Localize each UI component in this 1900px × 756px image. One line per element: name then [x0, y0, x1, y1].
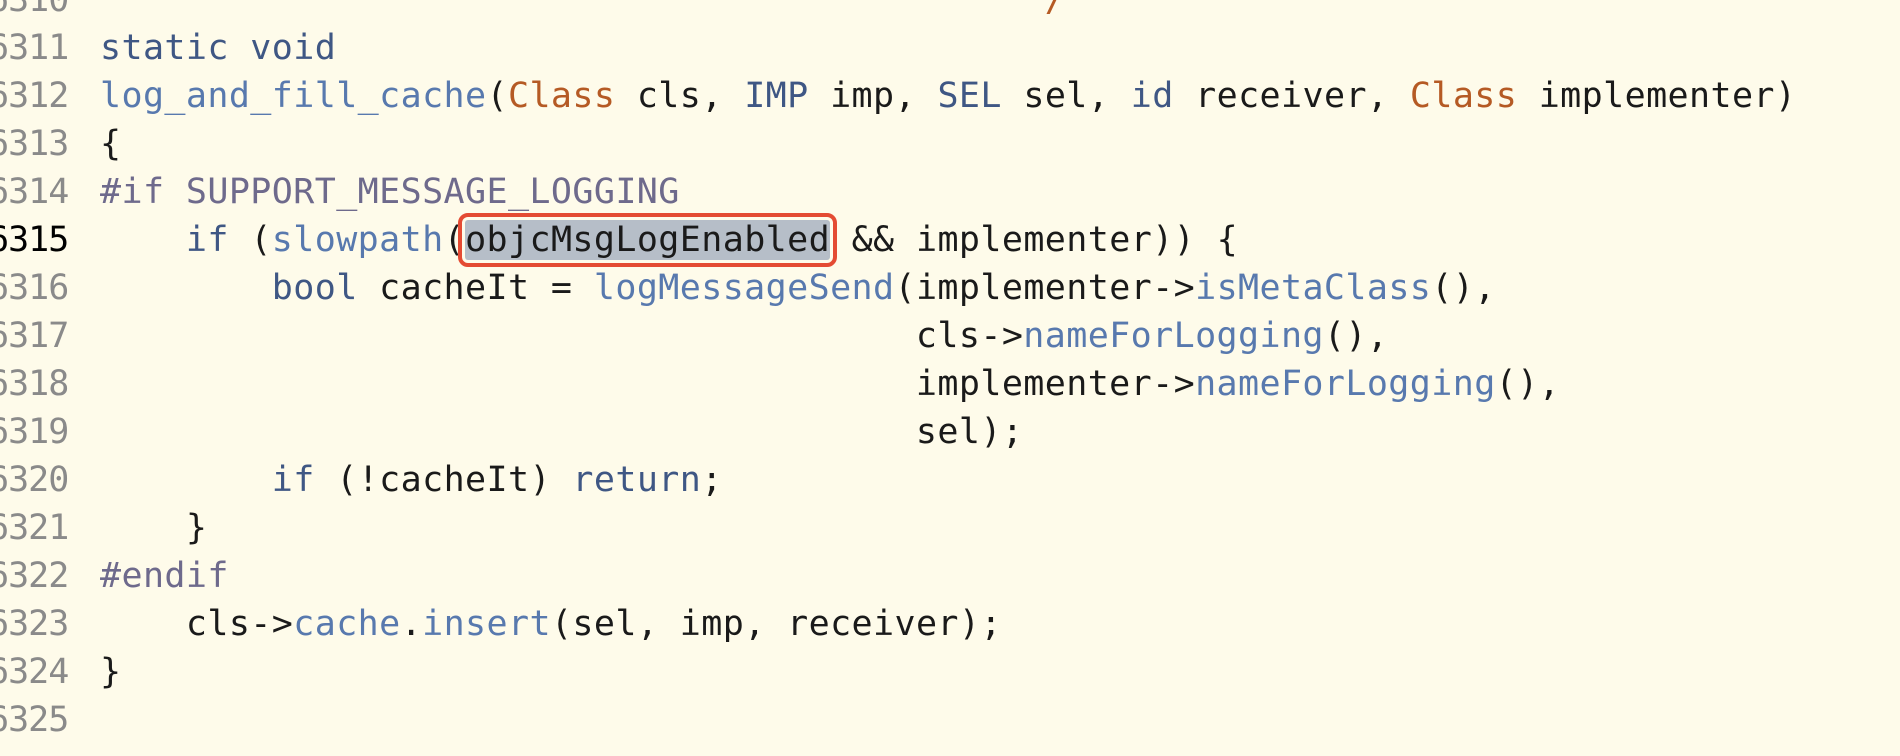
- code-line[interactable]: 6319 sel);: [0, 408, 1900, 456]
- code-token: ;: [701, 460, 723, 500]
- line-number: 6323: [0, 604, 69, 644]
- code-token: nameForLogging: [1023, 316, 1324, 356]
- line-number: 6313: [0, 124, 69, 164]
- code-token: if: [271, 460, 315, 500]
- code-line[interactable]: 6315 if (slowpath(objcMsgLogEnabled && i…: [0, 213, 1900, 267]
- code-text[interactable]: #endif: [100, 552, 229, 600]
- code-token: imp,: [808, 76, 938, 116]
- code-token: receiver,: [1173, 76, 1410, 116]
- code-token: id: [1130, 76, 1174, 116]
- code-token: (: [486, 76, 508, 116]
- code-token: cls->: [100, 316, 1024, 356]
- code-line[interactable]: 6313 {: [0, 120, 1900, 168]
- code-text[interactable]: log_and_fill_cache(Class cls, IMP imp, S…: [100, 72, 1796, 120]
- code-token: cacheIt =: [357, 268, 594, 308]
- code-text[interactable]: #if SUPPORT_MESSAGE_LOGGING: [100, 168, 680, 216]
- code-token: cls,: [615, 76, 745, 116]
- code-text[interactable]: if (slowpath(objcMsgLogEnabled && implem…: [100, 213, 1239, 267]
- code-token: (),: [1323, 316, 1389, 356]
- code-token: cache: [293, 604, 401, 644]
- line-number: 6316: [0, 268, 69, 308]
- code-token: (),: [1495, 364, 1561, 404]
- selected-identifier[interactable]: objcMsgLogEnabled: [458, 213, 838, 267]
- code-token: #if SUPPORT_MESSAGE_LOGGING: [100, 172, 680, 212]
- code-text[interactable]: bool cacheIt = logMessageSend(implemente…: [100, 264, 1496, 312]
- code-line[interactable]: 6318 implementer->nameForLogging(),: [0, 360, 1900, 408]
- code-line[interactable]: 6317 cls->nameForLogging(),: [0, 312, 1900, 360]
- code-token: }: [100, 508, 208, 548]
- code-token: .: [400, 604, 423, 644]
- line-number: 6317: [0, 316, 69, 356]
- code-text[interactable]: cls->cache.insert(sel, imp, receiver);: [100, 600, 1002, 648]
- code-text[interactable]: cls->nameForLogging(),: [100, 312, 1388, 360]
- code-token: bool: [271, 268, 358, 308]
- code-text[interactable]: }: [100, 648, 121, 696]
- code-line[interactable]: 6321 }: [0, 504, 1900, 552]
- code-token: (: [228, 220, 272, 260]
- code-token: (!cacheIt): [314, 460, 573, 500]
- code-token: Class: [1409, 76, 1518, 116]
- code-line[interactable]: 6324}: [0, 648, 1900, 696]
- line-number: 6321: [0, 508, 69, 548]
- code-text[interactable]: {: [100, 120, 121, 168]
- line-number: 6311: [0, 28, 69, 68]
- code-line[interactable]: 6322 #endif: [0, 552, 1900, 600]
- code-token: isMetaClass: [1195, 268, 1432, 308]
- code-token: return: [572, 460, 702, 500]
- code-text[interactable]: implementer->nameForLogging(),: [100, 360, 1560, 408]
- code-token: }: [100, 652, 122, 692]
- code-token: nameForLogging: [1195, 364, 1496, 404]
- line-number: 6325: [0, 700, 69, 740]
- code-token: log_and_fill_cache: [100, 76, 487, 116]
- code-line[interactable]: 6325: [0, 696, 1900, 744]
- code-token: (: [443, 220, 466, 260]
- code-text[interactable]: }: [100, 504, 207, 552]
- code-text[interactable]: /: [100, 0, 1066, 24]
- code-token: (),: [1431, 268, 1496, 308]
- code-token: (sel, imp, receiver);: [550, 604, 1002, 644]
- code-line[interactable]: 6316 bool cacheIt = logMessageSend(imple…: [0, 264, 1900, 312]
- code-line[interactable]: 6311 static void: [0, 24, 1900, 72]
- code-token: logMessageSend: [593, 268, 895, 308]
- code-line[interactable]: 6320 if (!cacheIt) return;: [0, 456, 1900, 504]
- line-number: 6322: [0, 556, 69, 596]
- code-token: implementer): [1517, 76, 1797, 116]
- code-token: && implementer)) {: [830, 220, 1239, 260]
- code-token: insert: [422, 604, 551, 644]
- code-token: (implementer->: [894, 268, 1196, 308]
- code-token: static void: [100, 28, 337, 68]
- code-text[interactable]: if (!cacheIt) return;: [100, 456, 723, 504]
- code-text[interactable]: sel);: [100, 408, 1023, 456]
- code-line[interactable]: 6323 cls->cache.insert(sel, imp, receive…: [0, 600, 1900, 648]
- code-token: IMP: [744, 76, 809, 116]
- line-number: 6320: [0, 460, 69, 500]
- code-token: {: [100, 124, 122, 164]
- code-line[interactable]: 6314 #if SUPPORT_MESSAGE_LOGGING: [0, 168, 1900, 216]
- code-token: slowpath: [271, 220, 444, 260]
- line-number: 6310: [0, 0, 69, 20]
- line-number: 6319: [0, 412, 69, 452]
- line-number: 6324: [0, 652, 69, 692]
- line-number: 6318: [0, 364, 69, 404]
- code-line[interactable]: 6310 /: [0, 0, 1900, 24]
- line-number: 6312: [0, 76, 69, 116]
- code-line[interactable]: 6312log_and_fill_cache(Class cls, IMP im…: [0, 72, 1900, 120]
- code-token: #endif: [100, 556, 229, 596]
- code-token: Class: [507, 76, 616, 116]
- code-token: sel,: [1001, 76, 1131, 116]
- code-token: /: [100, 0, 1067, 20]
- code-token: if: [185, 220, 229, 260]
- code-token: implementer->: [100, 364, 1196, 404]
- code-token: SEL: [937, 76, 1002, 116]
- line-number: 6315: [0, 220, 69, 260]
- code-editor[interactable]: 6310 / 6311 static void 6312 log_and_fill_ca…: [0, 0, 1900, 744]
- code-text[interactable]: static void: [100, 24, 336, 72]
- line-number: 6314: [0, 172, 69, 212]
- code-token: sel);: [100, 412, 1024, 452]
- code-token: cls->: [100, 604, 294, 644]
